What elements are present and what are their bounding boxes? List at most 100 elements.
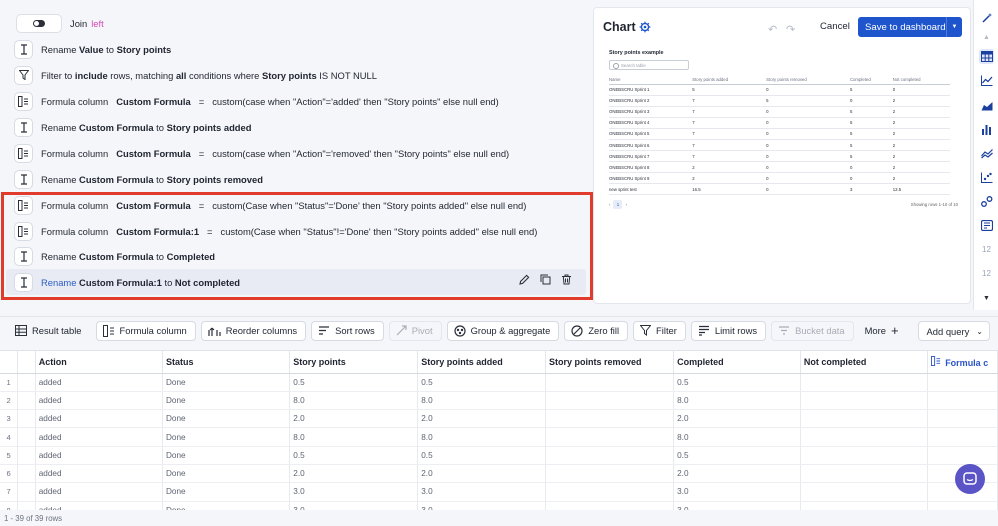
table-cell[interactable]: 0.5 bbox=[289, 373, 419, 392]
duplicate-icon[interactable] bbox=[540, 274, 551, 287]
table-cell[interactable]: 8.0 bbox=[417, 427, 547, 447]
table-cell[interactable] bbox=[800, 464, 929, 484]
reorder-columns-button[interactable]: Reorder columns bbox=[200, 320, 307, 341]
chevron-up-icon[interactable]: ▲ bbox=[979, 30, 994, 45]
step-formula[interactable]: Formula column Custom Formula:1 = custom(Ca… bbox=[0, 218, 590, 244]
gear-icon[interactable] bbox=[639, 20, 651, 38]
table-cell[interactable] bbox=[545, 373, 675, 392]
table-cell[interactable]: 2.0 bbox=[289, 464, 419, 484]
column-header[interactable]: Not completed bbox=[800, 351, 929, 374]
table-cell[interactable] bbox=[800, 427, 929, 447]
table-cell[interactable]: 0.5 bbox=[417, 446, 547, 465]
table-cell[interactable]: 8.0 bbox=[289, 427, 419, 447]
table-cell[interactable]: 0.5 bbox=[673, 373, 801, 392]
step-rename[interactable]: Rename Custom Formula to Story points ad… bbox=[0, 114, 590, 140]
table-cell[interactable] bbox=[800, 446, 929, 465]
group-aggregate-button[interactable]: Group & aggregate bbox=[446, 320, 560, 341]
table-cell[interactable] bbox=[927, 446, 998, 465]
table-row[interactable]: 1 added Done 0.5 0.5 0.5 bbox=[0, 373, 998, 392]
table-cell[interactable]: 8.0 bbox=[673, 427, 801, 447]
bucket-data-button[interactable]: Bucket data bbox=[771, 320, 854, 341]
delete-icon[interactable] bbox=[561, 274, 572, 287]
column-header[interactable]: Story points added bbox=[417, 351, 547, 374]
table-row[interactable]: 4 added Done 8.0 8.0 8.0 bbox=[0, 427, 998, 447]
table-cell[interactable]: Done bbox=[162, 501, 291, 510]
step-formula[interactable]: Formula column Custom Formula = custom(Case… bbox=[0, 192, 590, 218]
table-cell[interactable]: Done bbox=[162, 446, 291, 465]
table-cell[interactable]: 3.0 bbox=[673, 482, 801, 502]
table-row[interactable]: 8addedDone3.03.03.0 bbox=[0, 501, 998, 510]
bar-chart-icon[interactable] bbox=[979, 122, 994, 137]
step-formula[interactable]: Formula column Custom Formula = custom(case… bbox=[0, 88, 590, 114]
table-cell[interactable] bbox=[545, 501, 675, 510]
table-row[interactable]: 5 added Done 0.5 0.5 0.5 bbox=[0, 446, 998, 465]
step-rename[interactable]: Rename Value to Story points bbox=[0, 36, 590, 62]
table-chart-icon[interactable] bbox=[979, 49, 994, 64]
preview-column-header[interactable]: Completed bbox=[849, 75, 893, 85]
table-cell[interactable]: 0.5 bbox=[673, 446, 801, 465]
table-cell[interactable] bbox=[545, 427, 675, 447]
table-cell[interactable]: added bbox=[35, 409, 164, 429]
table-cell[interactable]: 2.0 bbox=[673, 464, 801, 484]
chat-launcher-button[interactable] bbox=[955, 464, 985, 494]
magic-wand-icon[interactable] bbox=[979, 10, 994, 25]
cancel-button[interactable]: Cancel bbox=[820, 21, 850, 32]
table-cell[interactable]: 3.0 bbox=[417, 482, 547, 502]
rail-number-1[interactable]: 12 bbox=[979, 242, 994, 257]
table-cell[interactable]: 2.0 bbox=[289, 409, 419, 429]
preview-column-header[interactable]: Not completed bbox=[892, 75, 950, 85]
table-cell[interactable] bbox=[927, 427, 998, 447]
table-cell[interactable]: added bbox=[35, 482, 164, 502]
table-cell[interactable] bbox=[800, 409, 929, 429]
funnel-chart-icon[interactable] bbox=[979, 194, 994, 209]
step-rename[interactable]: Rename Custom Formula to Story points re… bbox=[0, 166, 590, 192]
current-page[interactable]: 1 bbox=[613, 200, 623, 210]
preview-column-header[interactable]: Name bbox=[609, 75, 693, 85]
table-cell[interactable]: 2.0 bbox=[417, 464, 547, 484]
next-page-icon[interactable]: › bbox=[625, 202, 626, 207]
column-header[interactable]: Action bbox=[35, 351, 164, 374]
table-cell[interactable]: added bbox=[35, 373, 164, 392]
table-cell[interactable] bbox=[927, 391, 998, 411]
table-cell[interactable] bbox=[927, 501, 998, 510]
column-header[interactable]: Formula c bbox=[927, 351, 998, 374]
table-row[interactable]: 6 added Done 2.0 2.0 2.0 bbox=[0, 464, 998, 484]
save-to-dashboard-button[interactable]: Save to dashboard ▼ bbox=[858, 17, 962, 37]
table-cell[interactable]: 2.0 bbox=[417, 409, 547, 429]
table-cell[interactable] bbox=[545, 482, 675, 502]
table-cell[interactable]: 3.0 bbox=[289, 501, 419, 510]
undo-icon[interactable]: ↶ bbox=[768, 23, 777, 36]
zero-fill-button[interactable]: Zero fill bbox=[564, 320, 629, 341]
table-cell[interactable]: Done bbox=[162, 482, 291, 502]
table-cell[interactable]: 8.0 bbox=[673, 391, 801, 411]
column-header[interactable]: Story points removed bbox=[545, 351, 675, 374]
column-header[interactable]: Status bbox=[162, 351, 291, 374]
step-filter[interactable]: Filter to include rows, matching all con… bbox=[0, 62, 590, 88]
table-cell[interactable]: Done bbox=[162, 409, 291, 429]
join-type[interactable]: left bbox=[91, 18, 104, 29]
rail-number-2[interactable]: 12 bbox=[979, 266, 994, 281]
limit-rows-button[interactable]: Limit rows bbox=[690, 320, 767, 341]
table-cell[interactable] bbox=[800, 482, 929, 502]
table-cell[interactable]: Done bbox=[162, 391, 291, 411]
column-header[interactable]: Story points bbox=[289, 351, 419, 374]
step-rename[interactable]: Rename Custom Formula to Completed bbox=[0, 243, 590, 269]
table-cell[interactable]: added bbox=[35, 464, 164, 484]
table-row[interactable]: 2 added Done 8.0 8.0 8.0 bbox=[0, 391, 998, 411]
table-cell[interactable] bbox=[800, 391, 929, 411]
table-cell[interactable] bbox=[927, 409, 998, 429]
table-cell[interactable]: added bbox=[35, 446, 164, 465]
chevron-down-icon[interactable]: ▼ bbox=[979, 291, 994, 306]
area-chart-icon[interactable] bbox=[979, 98, 994, 113]
table-cell[interactable]: 2.0 bbox=[673, 409, 801, 429]
table-cell[interactable]: 3.0 bbox=[289, 482, 419, 502]
column-header[interactable]: Completed bbox=[673, 351, 801, 374]
table-cell[interactable] bbox=[800, 501, 929, 510]
number-chart-icon[interactable] bbox=[979, 218, 994, 233]
table-cell[interactable]: Done bbox=[162, 373, 291, 392]
table-cell[interactable]: 0.5 bbox=[289, 446, 419, 465]
line-chart-icon[interactable] bbox=[979, 73, 994, 88]
more-button[interactable]: More + bbox=[859, 321, 907, 341]
add-query-button[interactable]: Add query ⌄ bbox=[917, 321, 990, 341]
table-row[interactable]: 7 added Done 3.0 3.0 3.0 bbox=[0, 482, 998, 502]
